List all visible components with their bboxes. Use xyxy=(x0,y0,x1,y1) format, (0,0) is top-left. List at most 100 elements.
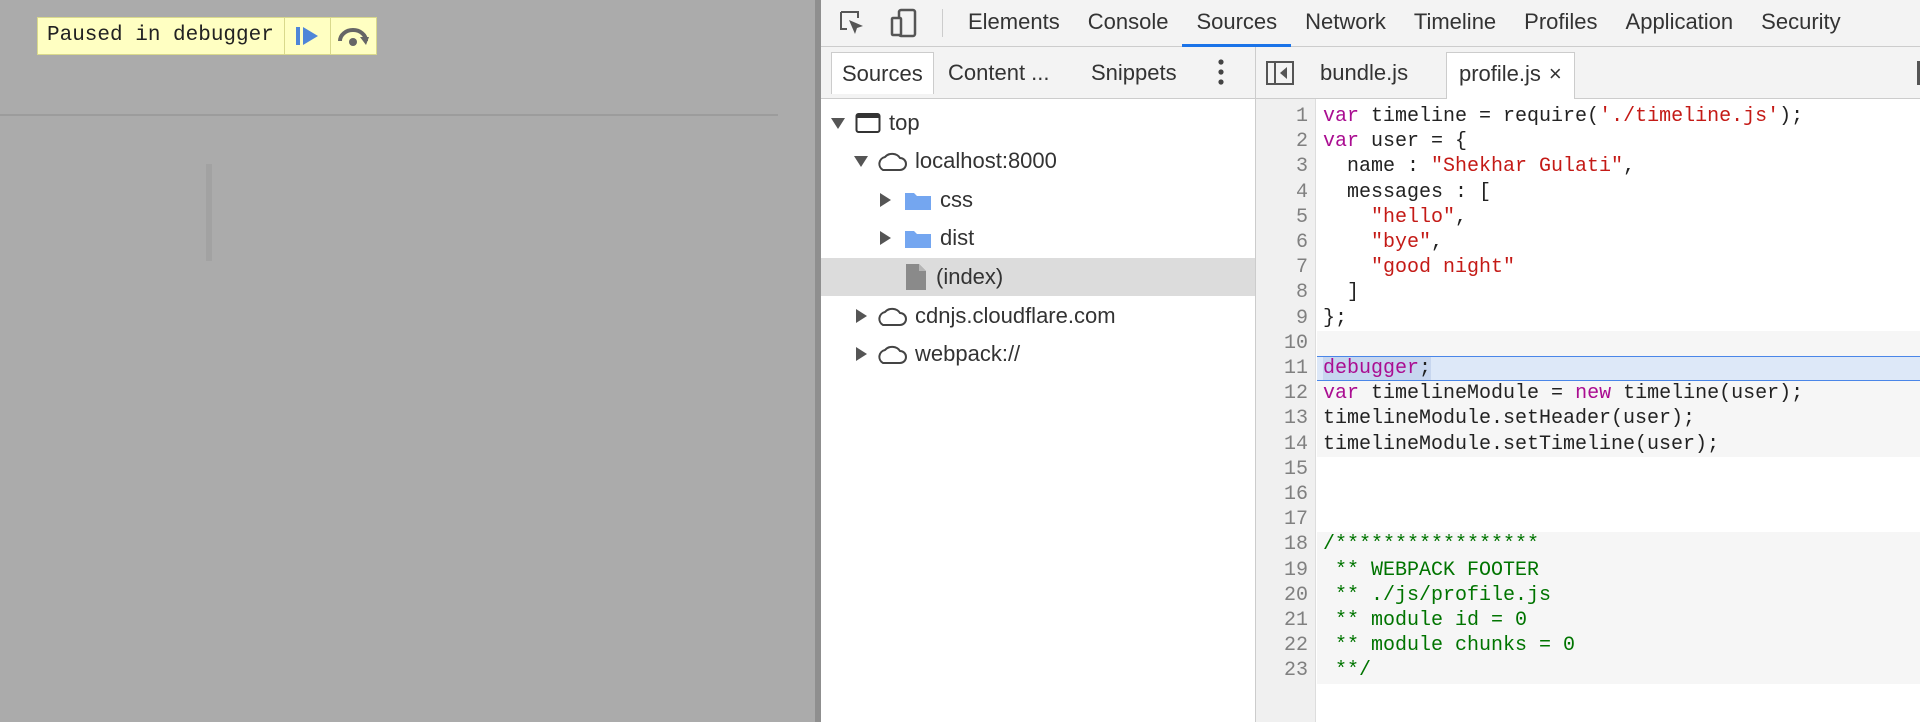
line-number[interactable]: 2 xyxy=(1256,129,1308,154)
step-over-button[interactable] xyxy=(329,18,376,54)
paused-code-line[interactable]: 11 debugger; xyxy=(1256,356,1920,381)
tree-item-cdnjs[interactable]: cdnjs.cloudflare.com xyxy=(821,297,1286,335)
code-line[interactable]: 3 name : "Shekhar Gulati", xyxy=(1256,154,1920,179)
code-line[interactable]: 10 xyxy=(1256,331,1920,356)
code-line[interactable]: 5 "hello", xyxy=(1256,205,1920,230)
navigator-tab-snippets[interactable]: Snippets xyxy=(1081,52,1187,94)
line-number[interactable]: 7 xyxy=(1256,255,1308,280)
editor-tab-label: profile.js xyxy=(1459,61,1541,86)
toolbar-separator xyxy=(942,9,943,37)
line-number[interactable]: 5 xyxy=(1256,205,1308,230)
line-number[interactable]: 19 xyxy=(1256,558,1308,583)
tab-application[interactable]: Application xyxy=(1612,0,1748,47)
line-number[interactable]: 21 xyxy=(1256,608,1308,633)
cloud-icon xyxy=(875,343,907,365)
code-text: timelineModule.setHeader(user); xyxy=(1323,407,1696,431)
line-number[interactable]: 22 xyxy=(1256,633,1308,658)
line-number[interactable]: 1 xyxy=(1256,104,1308,129)
line-number[interactable]: 13 xyxy=(1256,406,1308,431)
toggle-navigator-button[interactable] xyxy=(1266,61,1294,85)
navigator-tabs: Sources Content ... Snippets xyxy=(821,47,1255,99)
code-text: "good night" xyxy=(1371,256,1516,280)
line-number[interactable]: 9 xyxy=(1256,306,1308,331)
editor-tab-profile[interactable]: profile.js × xyxy=(1446,52,1575,99)
line-number[interactable]: 12 xyxy=(1256,381,1308,406)
code-text: var timeline = require('./timeline.js'); xyxy=(1323,105,1804,128)
tree-item-index[interactable]: (index) xyxy=(821,258,1255,296)
code-line[interactable]: 16 xyxy=(1256,482,1920,507)
line-number[interactable]: 16 xyxy=(1256,482,1308,507)
close-tab-icon[interactable]: × xyxy=(1549,53,1562,95)
line-number[interactable]: 11 xyxy=(1256,356,1308,381)
code-text: **/ xyxy=(1323,659,1372,683)
tab-timeline[interactable]: Timeline xyxy=(1400,0,1510,47)
line-number[interactable]: 6 xyxy=(1256,230,1308,255)
editor-tab-bundle[interactable]: bundle.js xyxy=(1308,52,1420,99)
line-number[interactable]: 10 xyxy=(1256,331,1308,356)
code-text: name : "Shekhar Gulati", xyxy=(1323,155,1636,179)
navigator-tab-sources[interactable]: Sources xyxy=(831,52,934,94)
tree-item-label: (index) xyxy=(936,264,1004,289)
code-line[interactable]: 9}; xyxy=(1256,306,1920,331)
code-line[interactable]: 23 **/ xyxy=(1256,658,1920,683)
folder-icon xyxy=(904,227,932,249)
paused-overlay: Paused in debugger xyxy=(37,17,377,55)
tab-profiles[interactable]: Profiles xyxy=(1510,0,1611,47)
tree-item-webpack[interactable]: webpack:// xyxy=(821,335,1286,373)
inspected-page: Paused in debugger xyxy=(0,0,816,722)
code-line[interactable]: 13 timelineModule.setHeader(user); xyxy=(1256,406,1920,431)
tree-item-localhost[interactable]: localhost:8000 xyxy=(821,142,1286,180)
code-line[interactable]: 6 "bye", xyxy=(1256,230,1920,255)
tree-item-dist[interactable]: dist xyxy=(821,219,1310,257)
expanded-arrow-icon xyxy=(852,155,870,167)
code-line[interactable]: 8 ] xyxy=(1256,280,1920,305)
code-line[interactable]: 1 var timeline = require('./timeline.js')… xyxy=(1256,104,1920,129)
resume-button[interactable] xyxy=(283,18,330,54)
code-text: ** WEBPACK FOOTER xyxy=(1323,558,1540,582)
tree-item-label: top xyxy=(889,110,920,135)
device-icon xyxy=(890,8,917,38)
code-editor: bundle.js profile.js × 1 var timeline = re… xyxy=(1256,47,1920,722)
line-number[interactable]: 20 xyxy=(1256,583,1308,608)
line-number[interactable]: 18 xyxy=(1256,532,1308,557)
line-number[interactable]: 14 xyxy=(1256,432,1308,457)
tab-network[interactable]: Network xyxy=(1291,0,1400,47)
line-number[interactable]: 4 xyxy=(1256,180,1308,205)
code-line[interactable]: 17 xyxy=(1256,507,1920,532)
inspect-element-button[interactable] xyxy=(837,8,867,38)
code-line[interactable]: 7 "good night" xyxy=(1256,255,1920,280)
line-number[interactable]: 8 xyxy=(1256,280,1308,305)
step-over-icon xyxy=(338,28,370,46)
code-line[interactable]: 20 ** ./js/profile.js xyxy=(1256,583,1920,608)
code-line[interactable]: 12 var timelineModule = new timeline(user… xyxy=(1256,381,1920,406)
code-line[interactable]: 15 xyxy=(1256,457,1920,482)
tree-item-label: css xyxy=(940,187,973,212)
tab-console[interactable]: Console xyxy=(1074,0,1183,47)
code-text: var timelineModule = new timeline(user); xyxy=(1323,382,1804,406)
code-line[interactable]: 19 ** WEBPACK FOOTER xyxy=(1256,558,1920,583)
line-number[interactable]: 23 xyxy=(1256,658,1308,683)
line-number[interactable]: 3 xyxy=(1256,154,1308,179)
device-toggle-button[interactable] xyxy=(889,8,919,38)
tree-item-top[interactable]: top xyxy=(821,104,1263,142)
tab-sources[interactable]: Sources xyxy=(1182,0,1292,47)
line-number[interactable]: 15 xyxy=(1256,457,1308,482)
line-number[interactable]: 17 xyxy=(1256,507,1308,532)
code-text: debugger; xyxy=(1323,357,1432,380)
tab-security[interactable]: Security xyxy=(1747,0,1854,47)
tab-elements[interactable]: Elements xyxy=(954,0,1074,47)
code-line[interactable]: 2 var user = { xyxy=(1256,129,1920,154)
navigator-tab-content-scripts[interactable]: Content ... xyxy=(938,52,1060,94)
more-options-icon[interactable] xyxy=(1209,55,1233,89)
code-line[interactable]: 18 /***************** xyxy=(1256,532,1920,557)
expanded-arrow-icon xyxy=(829,117,847,129)
tree-item-label: dist xyxy=(940,225,975,250)
folder-icon xyxy=(904,189,932,211)
devtools-toolbar: Elements Console Sources Network Timelin… xyxy=(821,0,1920,47)
code-line[interactable]: 4 messages : [ xyxy=(1256,180,1920,205)
tree-item-css[interactable]: css xyxy=(821,181,1310,219)
code-line[interactable]: 14 timelineModule.setTimeline(user); xyxy=(1256,432,1920,457)
code-line[interactable]: 22 ** module chunks = 0 xyxy=(1256,633,1920,658)
collapsed-arrow-icon xyxy=(876,231,894,245)
code-line[interactable]: 21 ** module id = 0 xyxy=(1256,608,1920,633)
